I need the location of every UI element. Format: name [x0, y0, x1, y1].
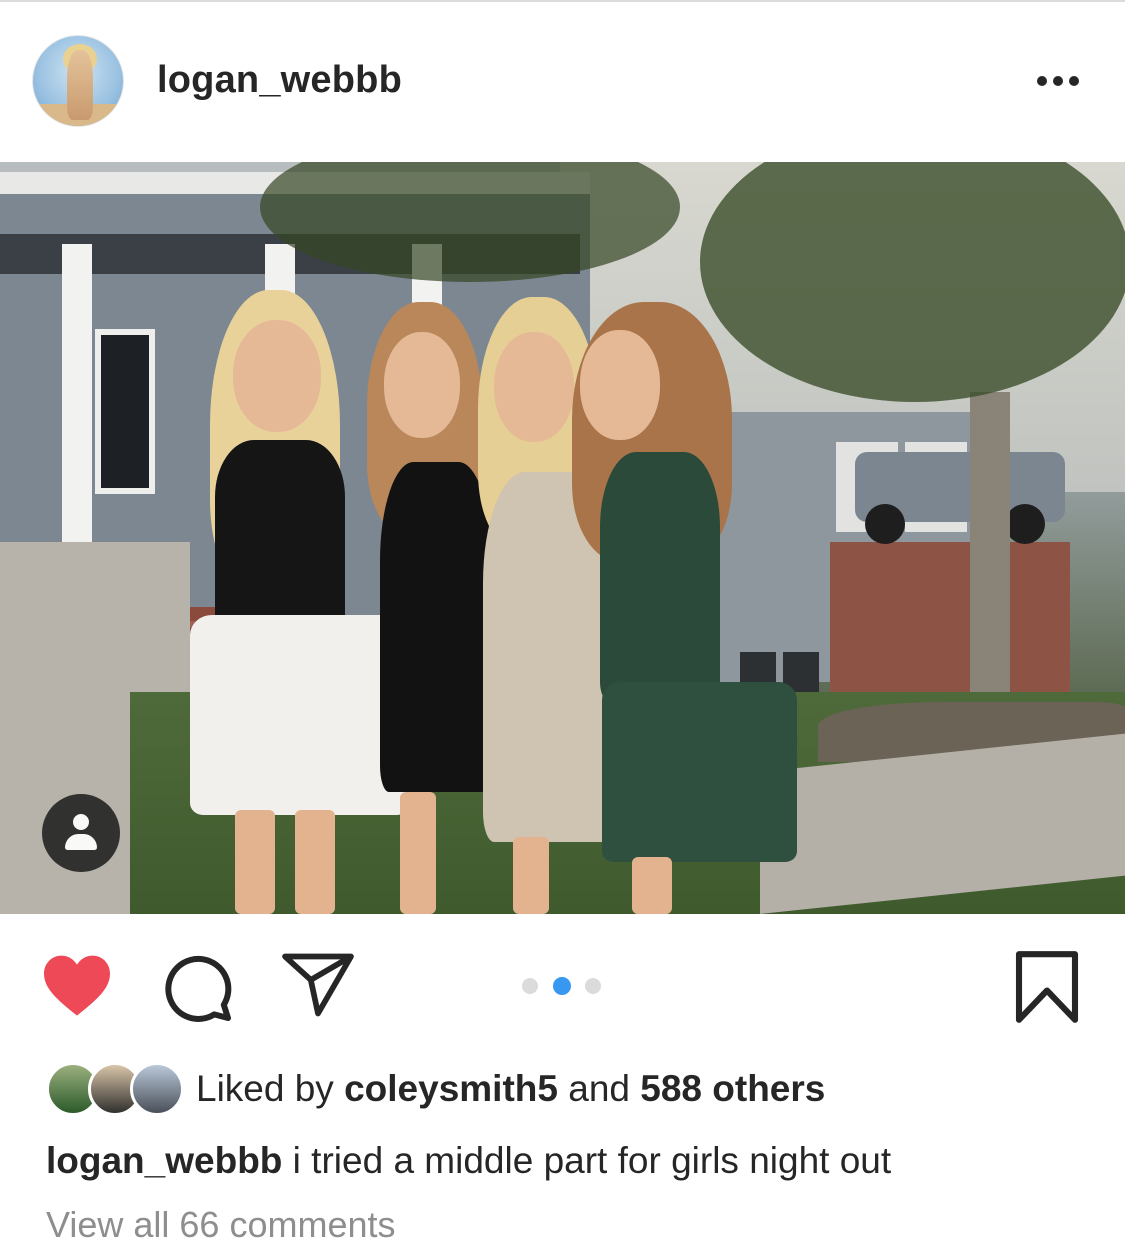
- post-header: logan_webbb: [0, 2, 1125, 160]
- carousel-indicator: [522, 977, 604, 996]
- view-all-comments-link[interactable]: View all 66 comments: [46, 1204, 396, 1246]
- likes-count[interactable]: 588 others: [640, 1068, 825, 1109]
- bookmark-icon[interactable]: [1014, 950, 1080, 1024]
- carousel-dot: [522, 978, 538, 994]
- comment-icon[interactable]: [162, 952, 234, 1024]
- post-caption: logan_webbb i tried a middle part for gi…: [46, 1140, 891, 1182]
- post-username[interactable]: logan_webbb: [157, 59, 402, 102]
- carousel-dot-active: [553, 977, 571, 995]
- more-options-icon[interactable]: [1033, 70, 1083, 90]
- likes-row: Liked by coleysmith5 and 588 others: [0, 1060, 1125, 1120]
- tagged-people-button[interactable]: [42, 794, 120, 872]
- carousel-dot: [585, 978, 601, 994]
- liker-avatars[interactable]: [46, 1062, 186, 1116]
- share-icon[interactable]: [282, 952, 354, 1018]
- caption-text: i tried a middle part for girls night ou…: [282, 1140, 892, 1181]
- heart-icon[interactable]: [40, 952, 114, 1018]
- liker-avatar: [130, 1062, 184, 1116]
- liked-by-username[interactable]: coleysmith5: [344, 1068, 558, 1109]
- post-photo[interactable]: [0, 162, 1125, 914]
- profile-avatar[interactable]: [32, 35, 124, 127]
- action-bar: [0, 914, 1125, 1054]
- likes-text[interactable]: Liked by coleysmith5 and 588 others: [196, 1068, 825, 1110]
- caption-username[interactable]: logan_webbb: [46, 1140, 282, 1181]
- person-4: [572, 302, 802, 914]
